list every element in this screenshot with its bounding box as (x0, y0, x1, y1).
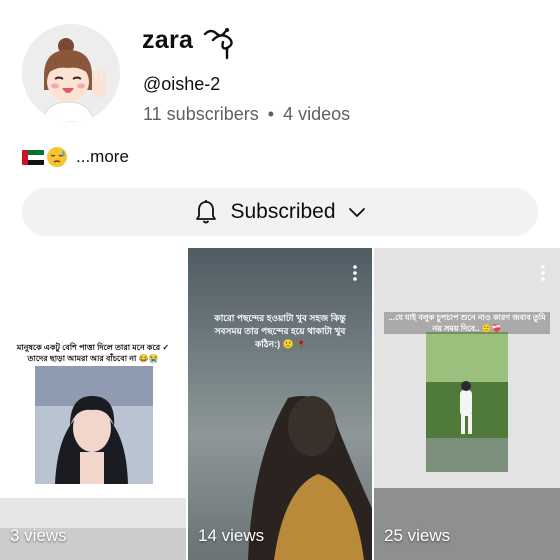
video-caption: ...যে যাই বলুক চুপচাপ শুনে নাও কারণ জবাব… (384, 312, 550, 334)
uae-flag-icon (22, 149, 44, 165)
shorts-grid: মানুষকে একটু বেশি পাত্তা দিলে তারা মনে ক… (0, 248, 560, 560)
short-video-tile[interactable]: ...যে যাই বলুক চুপচাপ শুনে নাও কারণ জবাব… (374, 248, 560, 560)
channel-stats: 11 subscribers • 4 videos (143, 104, 350, 125)
channel-name-row: zara (142, 20, 241, 60)
short-video-tile[interactable]: মানুষকে একটু বেশি পাত্তা দিলে তারা মনে ক… (0, 248, 186, 560)
chevron-down-icon (348, 208, 365, 217)
subscribed-button[interactable]: Subscribed (22, 188, 538, 236)
video-caption: মানুষকে একটু বেশি পাত্তা দিলে তারা মনে ক… (16, 343, 170, 363)
bell-icon (196, 200, 217, 224)
subscriber-count: 11 subscribers (143, 104, 259, 124)
video-thumbnail (188, 248, 372, 560)
channel-description[interactable]: ...more (22, 146, 129, 168)
channel-avatar[interactable] (22, 24, 120, 122)
video-count: 4 videos (283, 104, 351, 124)
subscribed-label: Subscribed (230, 200, 336, 223)
short-video-tile[interactable]: কারো পছন্দের হওয়াটা খুব সহজ কিন্তু সবসম… (188, 248, 372, 560)
decorative-script-icon (204, 28, 233, 60)
video-thumbnail (374, 248, 560, 560)
video-thumbnail (0, 248, 186, 560)
description-more-link[interactable]: ...more (76, 147, 129, 167)
view-count: 14 views (198, 526, 265, 545)
channel-handle: @oishe-2 (143, 74, 221, 94)
sleepy-face-icon (47, 147, 67, 167)
view-count: 3 views (10, 526, 67, 545)
view-count: 25 views (384, 526, 451, 545)
stats-separator: • (267, 104, 275, 124)
avatar-illustration (22, 24, 120, 122)
channel-name: zara (142, 25, 194, 54)
more-options-icon[interactable] (352, 264, 358, 282)
more-options-icon[interactable] (540, 264, 546, 282)
video-caption: কারো পছন্দের হওয়াটা খুব সহজ কিন্তু সবসম… (214, 313, 346, 349)
